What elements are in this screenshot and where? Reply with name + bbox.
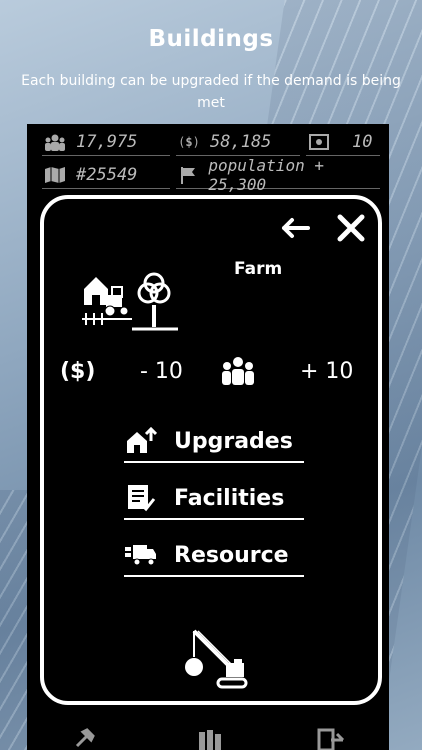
goal-value: population + 25,300 [208, 155, 324, 194]
resource-label: Resource [174, 542, 289, 568]
building-card: Farm ($) - 10 + 10 Upgrades Facilities R… [40, 195, 382, 705]
economy-row: ($) - 10 + 10 [60, 355, 370, 391]
stat-level: 10 [306, 128, 380, 156]
population-gain: + 10 [300, 359, 354, 384]
resource-button[interactable]: Resource [124, 535, 304, 577]
map-icon [42, 165, 68, 185]
stat-money: ($) 58,185 [176, 128, 300, 156]
crane-wrecking-ball-icon [185, 629, 248, 689]
books-icon[interactable] [197, 728, 223, 750]
checklist-icon [124, 483, 158, 513]
building-name: Farm [234, 259, 283, 279]
flag-icon [176, 165, 200, 185]
delivery-truck-icon [124, 540, 158, 570]
arrow-left-icon [282, 218, 310, 238]
facilities-button[interactable]: Facilities [124, 478, 304, 520]
money-cycle-icon: ($) [178, 134, 200, 149]
screen-title: Buildings [148, 26, 274, 52]
close-button[interactable] [334, 211, 368, 245]
upgrades-button[interactable]: Upgrades [124, 421, 304, 463]
exit-icon[interactable] [317, 728, 345, 750]
stat-rank: #25549 [42, 161, 170, 189]
level-value: 10 [352, 131, 373, 152]
certificate-icon [306, 132, 332, 152]
screen-subtitle: Each building can be upgraded if the dem… [21, 73, 401, 111]
people-icon [42, 132, 68, 152]
money-cycle-icon: ($) [60, 359, 96, 384]
people-icon [218, 355, 258, 391]
facilities-label: Facilities [174, 485, 285, 511]
farm-icon [82, 271, 182, 339]
stat-goal: population + 25,300 [176, 156, 380, 194]
rank-value: #25549 [76, 164, 138, 185]
population-count: 17,975 [76, 131, 138, 152]
back-button[interactable] [278, 211, 312, 245]
upgrades-label: Upgrades [174, 428, 293, 454]
building-cost: - 10 [140, 359, 183, 384]
demolish-button[interactable] [184, 629, 248, 695]
hammer-icon[interactable] [73, 728, 97, 750]
close-icon [337, 214, 365, 242]
house-upgrade-icon [124, 426, 158, 456]
money-amount: 58,185 [210, 131, 272, 152]
bottom-toolbar [27, 726, 389, 750]
stat-population: 17,975 [42, 128, 170, 156]
